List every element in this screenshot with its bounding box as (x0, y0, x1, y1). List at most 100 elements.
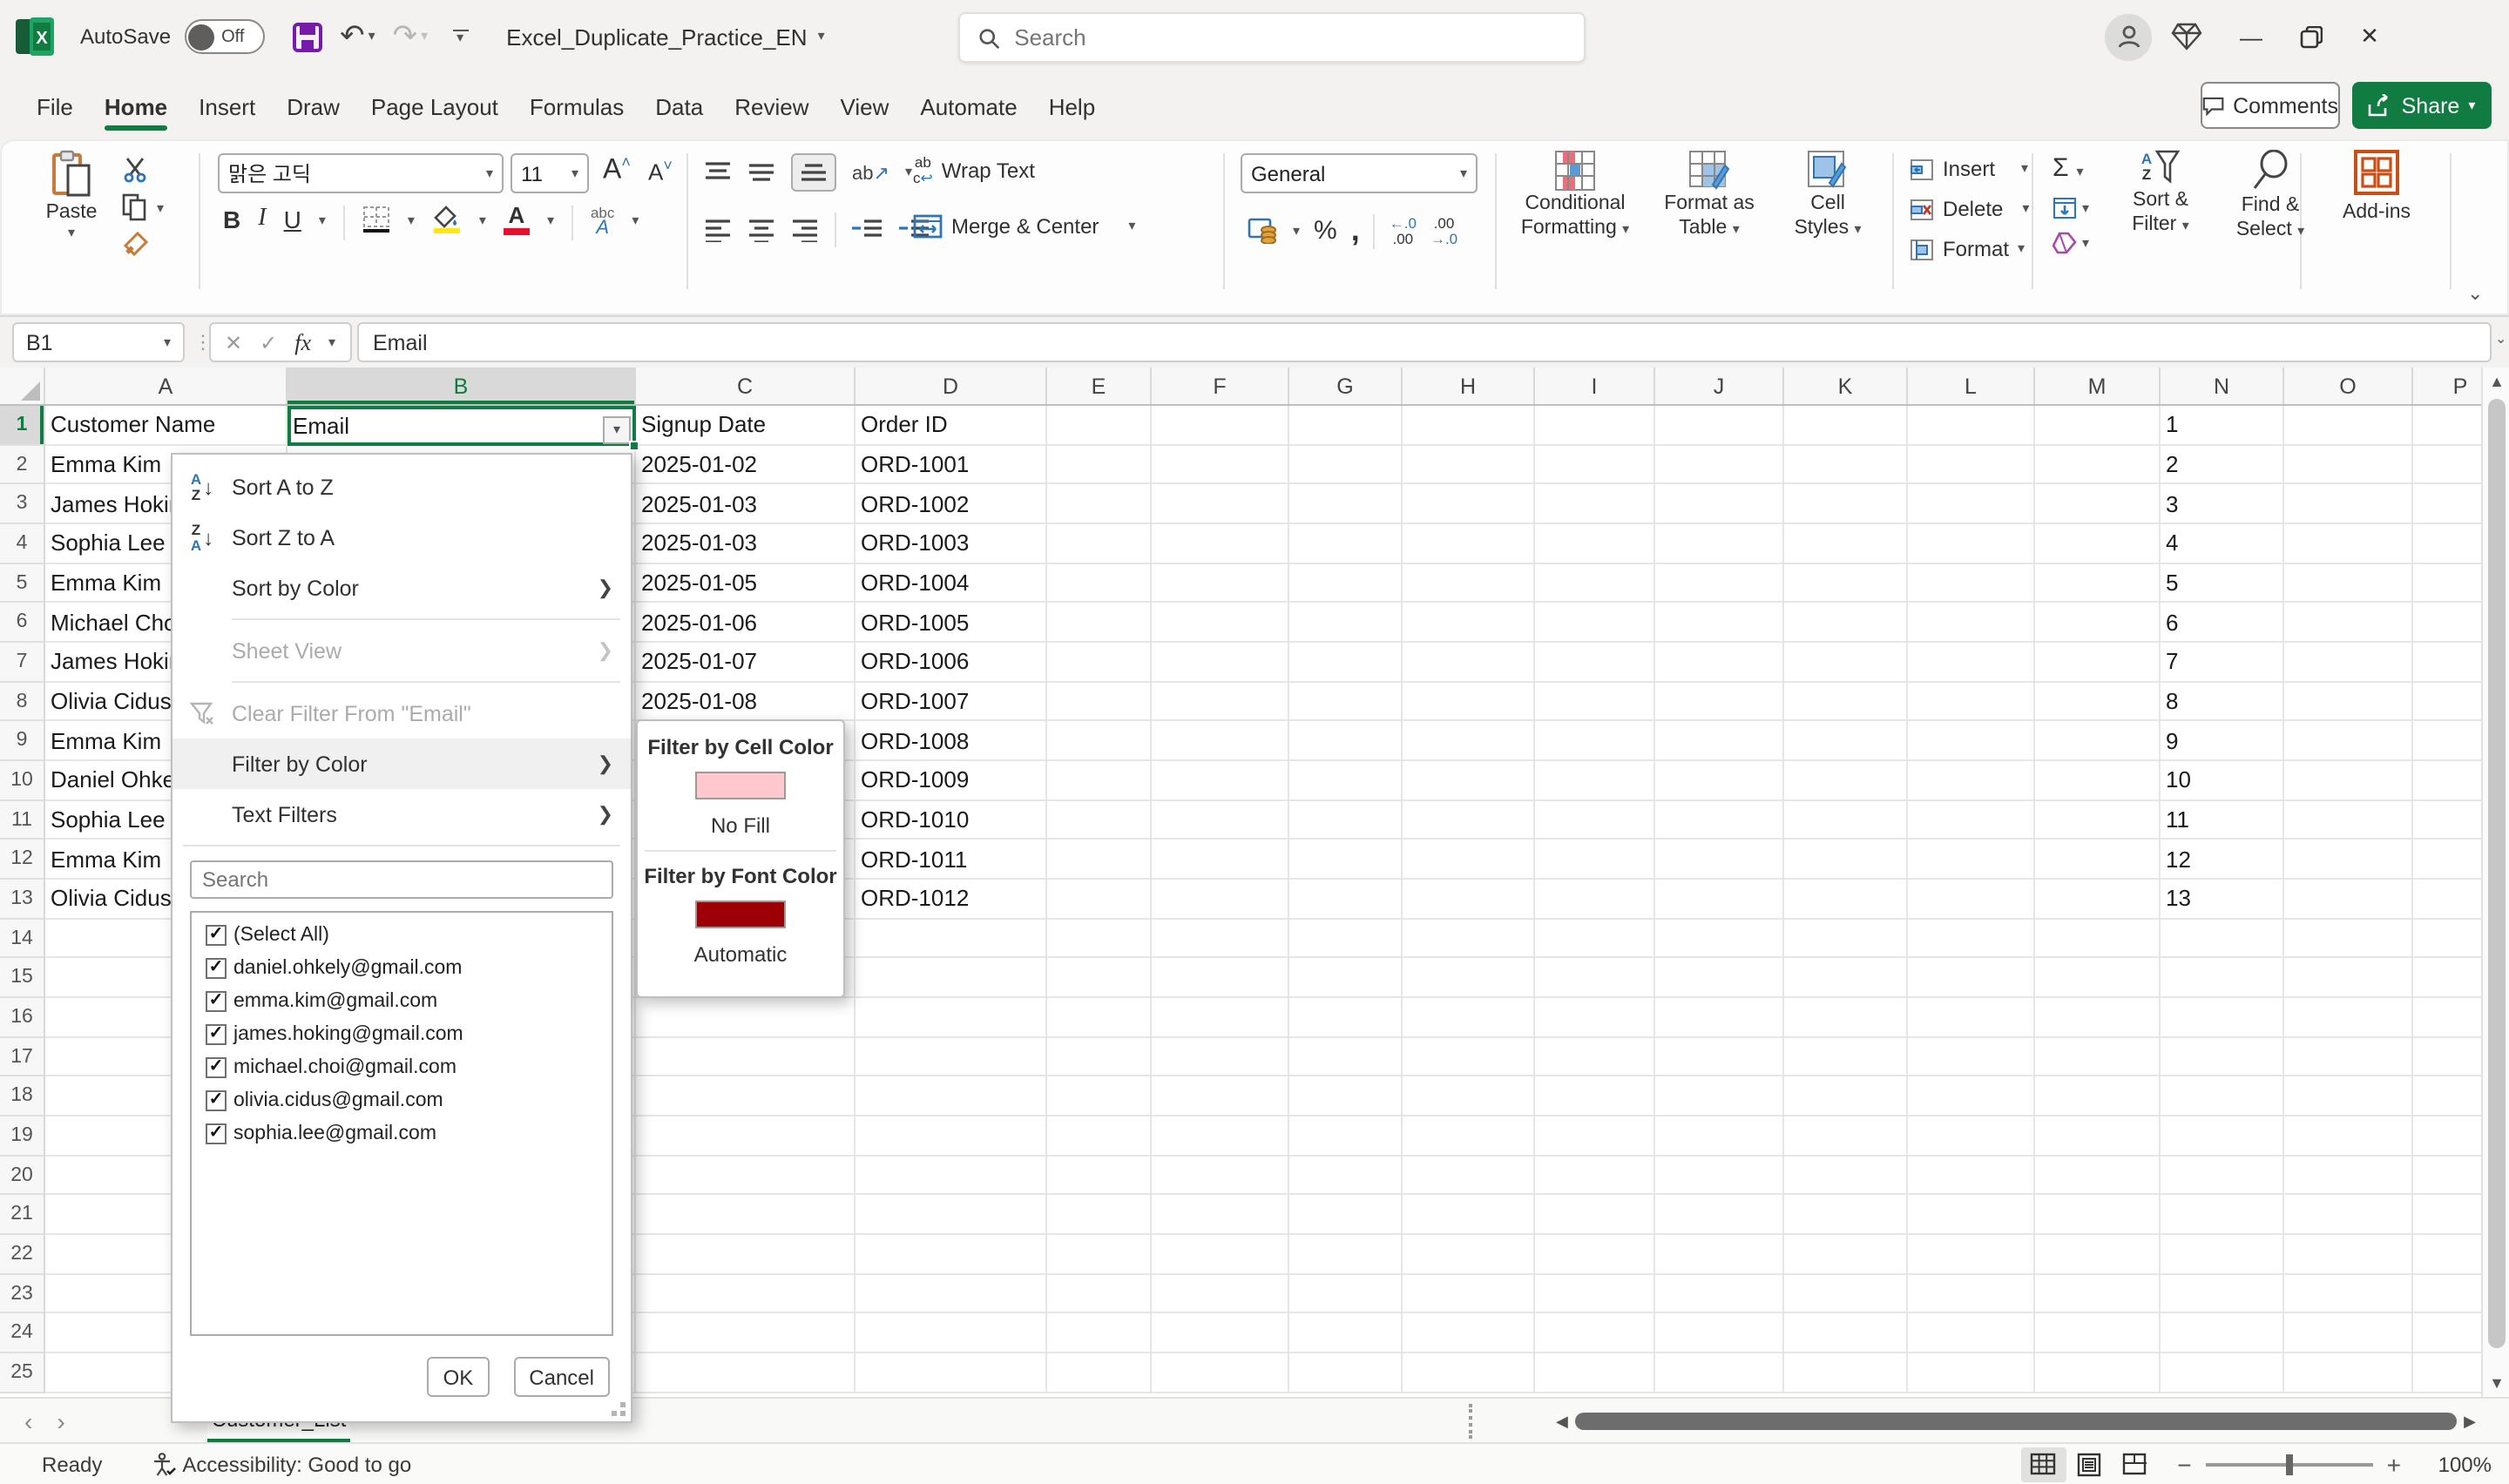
cell-D12[interactable]: ORD-1011 (855, 840, 1047, 880)
menu-item-text-filters[interactable]: Text Filters❯ (172, 789, 631, 840)
cell-L3[interactable] (1908, 485, 2035, 524)
conditional-formatting-button[interactable]: ConditionalFormatting ▾ (1509, 150, 1641, 240)
row-header-1[interactable]: 1 (0, 406, 45, 445)
cell-A1[interactable]: Customer Name (45, 406, 287, 445)
cell-N23[interactable] (2161, 1275, 2284, 1314)
cell-L22[interactable] (1908, 1235, 2035, 1274)
cell-J24[interactable] (1655, 1314, 1784, 1353)
checkbox-checked-icon[interactable]: ✓ (206, 957, 227, 978)
column-header-k[interactable]: K (1784, 368, 1908, 404)
cell-J9[interactable] (1655, 722, 1784, 761)
cell-H15[interactable] (1403, 959, 1535, 998)
cell-C2[interactable]: 2025-01-02 (636, 445, 855, 484)
cell-J25[interactable] (1655, 1353, 1784, 1393)
cell-N16[interactable] (2161, 998, 2284, 1037)
insert-function-icon[interactable]: fx (294, 328, 311, 356)
cell-K25[interactable] (1784, 1353, 1908, 1393)
cell-H1[interactable] (1403, 406, 1535, 445)
cell-I20[interactable] (1535, 1157, 1655, 1196)
cell-G20[interactable] (1289, 1157, 1403, 1196)
cell-N19[interactable] (2161, 1116, 2284, 1156)
cell-I6[interactable] (1535, 604, 1655, 643)
cell-K13[interactable] (1784, 880, 1908, 919)
cell-C23[interactable] (636, 1275, 855, 1314)
tab-data[interactable]: Data (639, 79, 719, 133)
cell-M22[interactable] (2035, 1235, 2161, 1274)
align-right-icon[interactable] (791, 218, 819, 242)
cell-K7[interactable] (1784, 643, 1908, 682)
cell-L12[interactable] (1908, 840, 2035, 880)
cell-H3[interactable] (1403, 485, 1535, 524)
scrollbar-divider[interactable] (1469, 1404, 1472, 1439)
cell-O17[interactable] (2284, 1038, 2413, 1077)
document-title[interactable]: Excel_Duplicate_Practice_EN (506, 24, 807, 50)
filter-list-item-2[interactable]: ✓emma.kim@gmail.com (195, 984, 608, 1017)
percent-style-button[interactable]: % (1314, 216, 1337, 246)
cell-E25[interactable] (1047, 1353, 1152, 1393)
cell-J21[interactable] (1655, 1196, 1784, 1235)
cell-F13[interactable] (1152, 880, 1289, 919)
cell-N18[interactable] (2161, 1077, 2284, 1116)
scroll-up-icon[interactable]: ▲ (2483, 373, 2509, 390)
cell-N15[interactable] (2161, 959, 2284, 998)
premium-diamond-icon[interactable] (2152, 0, 2222, 73)
cell-L7[interactable] (1908, 643, 2035, 682)
cell-B1[interactable]: Email (287, 406, 636, 445)
cell-M13[interactable] (2035, 880, 2161, 919)
effects-chevron-icon[interactable]: ▾ (632, 214, 639, 228)
cell-J18[interactable] (1655, 1077, 1784, 1116)
cell-O19[interactable] (2284, 1116, 2413, 1156)
align-bottom-button[interactable] (791, 153, 836, 192)
cell-M17[interactable] (2035, 1038, 2161, 1077)
increase-decimal-button[interactable]: ←.0.00 (1390, 215, 1417, 246)
row-header-21[interactable]: 21 (0, 1196, 45, 1235)
cell-N2[interactable]: 2 (2161, 445, 2284, 484)
format-as-table-button[interactable]: Format asTable ▾ (1648, 150, 1770, 240)
filter-list-item-4[interactable]: ✓michael.choi@gmail.com (195, 1050, 608, 1083)
cell-F16[interactable] (1152, 998, 1289, 1037)
cell-L10[interactable] (1908, 761, 2035, 800)
cell-I12[interactable] (1535, 840, 1655, 880)
cell-I1[interactable] (1535, 406, 1655, 445)
cell-J11[interactable] (1655, 800, 1784, 840)
cell-I7[interactable] (1535, 643, 1655, 682)
cell-O10[interactable] (2284, 761, 2413, 800)
cell-C4[interactable]: 2025-01-03 (636, 524, 855, 563)
cell-H5[interactable] (1403, 563, 1535, 603)
cell-F17[interactable] (1152, 1038, 1289, 1077)
cell-H19[interactable] (1403, 1116, 1535, 1156)
cell-L5[interactable] (1908, 563, 2035, 603)
cell-M16[interactable] (2035, 998, 2161, 1037)
cell-L13[interactable] (1908, 880, 2035, 919)
cell-N17[interactable] (2161, 1038, 2284, 1077)
column-header-j[interactable]: J (1655, 368, 1784, 404)
cell-G1[interactable] (1289, 406, 1403, 445)
cell-H23[interactable] (1403, 1275, 1535, 1314)
menu-item-sort-by-color[interactable]: Sort by Color❯ (172, 563, 631, 613)
cell-N1[interactable]: 1 (2161, 406, 2284, 445)
cell-M5[interactable] (2035, 563, 2161, 603)
zoom-in-button[interactable]: + (2387, 1450, 2401, 1478)
cell-O23[interactable] (2284, 1275, 2413, 1314)
cell-I13[interactable] (1535, 880, 1655, 919)
cell-F24[interactable] (1152, 1314, 1289, 1353)
filter-list-item-5[interactable]: ✓olivia.cidus@gmail.com (195, 1083, 608, 1116)
cell-N11[interactable]: 11 (2161, 800, 2284, 840)
cell-L4[interactable] (1908, 524, 2035, 563)
cell-E1[interactable] (1047, 406, 1152, 445)
cell-M7[interactable] (2035, 643, 2161, 682)
row-header-17[interactable]: 17 (0, 1038, 45, 1077)
cell-H20[interactable] (1403, 1157, 1535, 1196)
orientation-button[interactable]: ab↗ (852, 161, 889, 184)
cell-O3[interactable] (2284, 485, 2413, 524)
cell-D8[interactable]: ORD-1007 (855, 682, 1047, 721)
vertical-scrollbar[interactable]: ▲ ▼ (2481, 368, 2509, 1397)
cell-G18[interactable] (1289, 1077, 1403, 1116)
bold-button[interactable]: B (223, 206, 240, 233)
scroll-left-icon[interactable]: ◀ (1556, 1412, 1568, 1431)
cell-E13[interactable] (1047, 880, 1152, 919)
zoom-slider-handle[interactable] (2286, 1454, 2293, 1474)
cell-K23[interactable] (1784, 1275, 1908, 1314)
scroll-right-icon[interactable]: ▶ (2464, 1412, 2476, 1431)
cell-L21[interactable] (1908, 1196, 2035, 1235)
